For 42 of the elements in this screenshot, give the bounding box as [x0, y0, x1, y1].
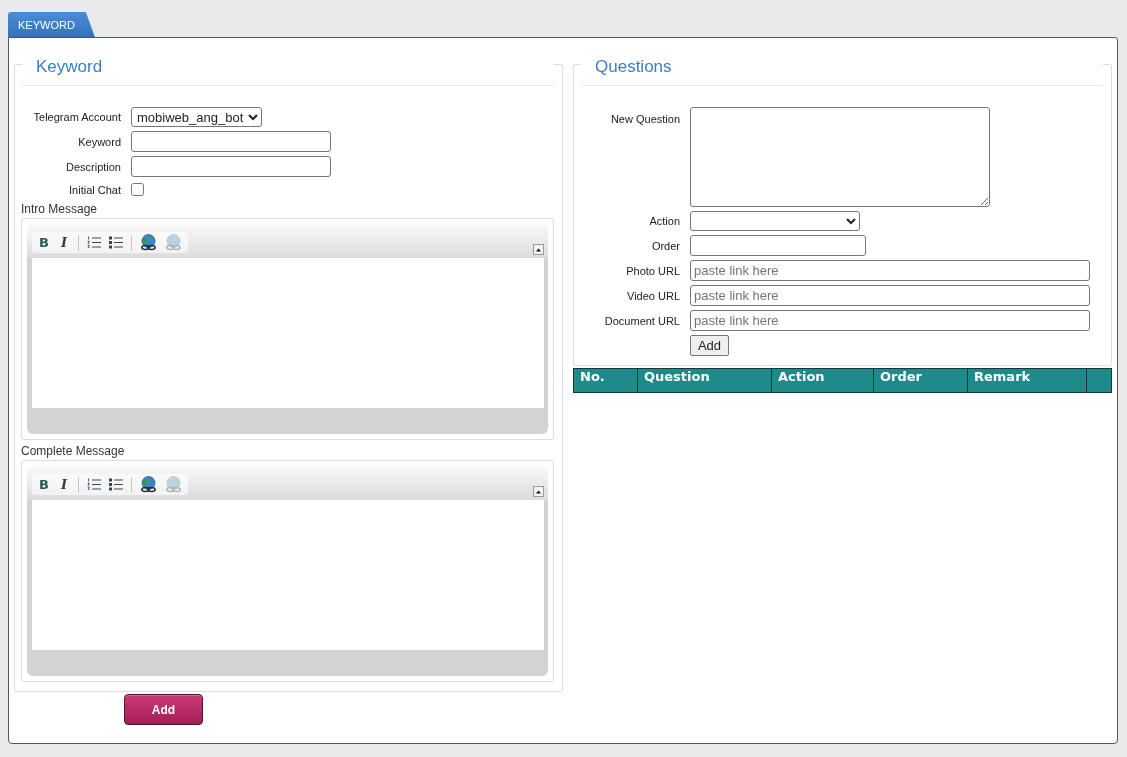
column-header: Action	[772, 369, 874, 392]
checkbox[interactable]	[131, 183, 144, 196]
editor-label: Intro Message	[21, 202, 99, 216]
bullet-list-icon[interactable]	[109, 478, 123, 491]
field-label: Description	[64, 160, 121, 173]
numbered-list-icon[interactable]	[87, 236, 101, 249]
input-field[interactable]	[131, 156, 331, 177]
numbered-list-icon[interactable]	[87, 478, 101, 491]
column-header: Order	[874, 369, 968, 392]
panel-title: Questions	[595, 57, 672, 76]
globe-chain-icon[interactable]	[140, 234, 157, 251]
field-label: Initial Chat	[68, 183, 121, 196]
field-label: Photo URL	[625, 264, 680, 277]
field-label: Keyword	[77, 135, 121, 148]
globe-chain-icon[interactable]	[140, 476, 157, 493]
add-button[interactable]: Add	[690, 335, 729, 356]
input-field[interactable]: paste link here	[690, 285, 1090, 306]
field-label: New Question	[609, 112, 680, 125]
input-field[interactable]	[690, 235, 866, 256]
input-field[interactable]: paste link here	[690, 260, 1090, 281]
bold-button[interactable]: B	[38, 234, 50, 251]
dropdown-field[interactable]	[690, 211, 860, 231]
bold-button[interactable]: B	[38, 476, 50, 493]
field-label: Action	[648, 215, 680, 227]
field-label: Order	[650, 239, 680, 252]
panel-title: Keyword	[36, 57, 103, 76]
field-label: Document URL	[603, 314, 680, 327]
field-label: Telegram Account	[32, 111, 121, 123]
column-header: No.	[574, 369, 638, 392]
italic-button[interactable]: I	[57, 234, 70, 251]
add-button[interactable]: Add	[124, 694, 203, 725]
dropdown-field[interactable]: mobiweb_ang_bot	[131, 107, 262, 127]
column-header: Remark	[968, 369, 1087, 392]
field-label: Video URL	[626, 289, 680, 302]
keyword-tab[interactable]: KEYWORD	[8, 12, 95, 37]
italic-button[interactable]: I	[57, 476, 70, 493]
editor-label: Complete Message	[21, 444, 126, 458]
column-header: Question	[638, 369, 772, 392]
input-field[interactable]: paste link here	[690, 310, 1090, 331]
input-field[interactable]	[131, 131, 331, 152]
textarea-field[interactable]	[690, 107, 990, 207]
bullet-list-icon[interactable]	[109, 236, 123, 249]
